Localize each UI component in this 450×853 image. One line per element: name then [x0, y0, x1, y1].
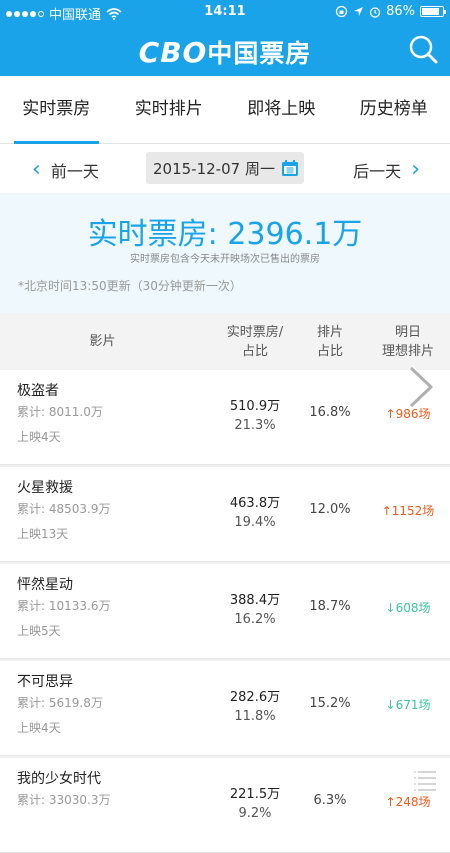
summary-note: 实时票房包含今天未开映场次已售出的票房 [0, 250, 450, 265]
film-title: 极盗者 [17, 380, 59, 400]
header-screening-line2: 占比 [317, 342, 343, 361]
ideal-schedule: ↓671场 [368, 696, 448, 713]
next-day-label: 后一天 [353, 158, 401, 182]
prev-day-label: 前一天 [51, 158, 99, 182]
tab-realtime-schedule[interactable]: 实时排片 [113, 76, 226, 143]
header-box-office: 实时票房/ 占比 [205, 313, 305, 370]
search-icon[interactable] [406, 32, 440, 66]
date-picker[interactable]: 2015-12-07 周一 [146, 152, 304, 184]
box-office-share: 19.4% [205, 515, 305, 530]
prev-day-button[interactable]: ‹ 前一天 [32, 158, 99, 182]
app-logo: CBO中国票房 [0, 34, 450, 70]
cumulative-box-office: 累计: 5619.8万 [17, 694, 103, 711]
tab-coming-soon[interactable]: 即将上映 [225, 76, 338, 143]
screening-share: 6.3% [300, 793, 360, 808]
header-box-office-line2: 占比 [242, 342, 268, 361]
main-tabs: 实时票房 实时排片 即将上映 历史榜单 [0, 76, 450, 144]
cumulative-box-office: 累计: 8011.0万 [17, 403, 103, 420]
table-row[interactable]: 火星救援累计: 48503.9万上映13天 463.8万 19.4%12.0% ↑11… [0, 467, 450, 562]
battery-percent: 86% [386, 4, 415, 19]
header-screening-line1: 排片 [317, 323, 343, 342]
days-released: 上映13天 [17, 525, 68, 542]
header-ideal-schedule: 明日 理想排片 [368, 313, 448, 370]
box-office-share: 11.8% [205, 709, 305, 724]
realtime-box-office: 282.6万 [205, 686, 305, 705]
next-day-button[interactable]: 后一天 › [353, 158, 420, 182]
ideal-schedule: ↑1152场 [368, 502, 448, 519]
status-right: 86% [335, 4, 444, 19]
tab-realtime-box-office[interactable]: 实时票房 [0, 76, 113, 143]
header-ideal-line2: 理想排片 [382, 342, 434, 361]
rotation-lock-icon [335, 5, 348, 18]
date-label: 2015-12-07 周一 [153, 158, 275, 179]
cumulative-box-office: 累计: 10133.6万 [17, 597, 110, 614]
battery-fill [422, 8, 439, 15]
film-list: 极盗者累计: 8011.0万上映4天510.9万21.3%16.8%↑986场火… [0, 370, 450, 853]
calendar-icon [281, 159, 299, 177]
battery-icon [420, 6, 444, 17]
table-row[interactable]: 怦然星动累计: 10133.6万上映5天 388.4万 16.2%18.7% ↓608… [0, 564, 450, 659]
date-bar: ‹ 前一天 2015-12-07 周一 后一天 › [0, 144, 450, 192]
cumulative-box-office: 累计: 48503.9万 [17, 500, 110, 517]
realtime-box-office: 463.8万 [205, 492, 305, 511]
screening-share: 16.8% [300, 405, 360, 420]
logo-cn: 中国票房 [207, 39, 311, 68]
realtime-box-office: 221.5万 [205, 783, 305, 802]
header-film: 影片 [0, 313, 205, 370]
film-title: 怦然星动 [17, 574, 73, 594]
table-row[interactable]: 不可思异累计: 5619.8万上映4天 282.6万 11.8%15.2% ↓671场 [0, 661, 450, 756]
box-office-share: 16.2% [205, 612, 305, 627]
menu-icon[interactable] [412, 764, 442, 796]
total-box-office: 实时票房: 2396.1万 [0, 209, 450, 253]
logo-en: CBO [139, 36, 208, 69]
chevron-right-icon: › [411, 161, 420, 179]
box-office-summary: 实时票房: 2396.1万 实时票房包含今天未开映场次已售出的票房 *北京时间1… [0, 193, 450, 313]
film-title: 我的少女时代 [17, 768, 101, 788]
table-row[interactable]: 我的少女时代累计: 33030.3万221.5万9.2%6.3%↑248场 [0, 758, 450, 853]
realtime-box-office: 388.4万 [205, 589, 305, 608]
alarm-icon [369, 6, 381, 18]
cumulative-box-office: 累计: 33030.3万 [17, 791, 110, 808]
screening-share: 15.2% [300, 696, 360, 711]
tab-history-ranking[interactable]: 历史榜单 [338, 76, 450, 143]
days-released: 上映4天 [17, 719, 61, 736]
update-time: *北京时间13:50更新（30分钟更新一次） [18, 277, 242, 294]
days-released: 上映4天 [17, 428, 61, 445]
chevron-left-icon: ‹ [32, 161, 41, 179]
screening-share: 18.7% [300, 599, 360, 614]
screening-share: 12.0% [300, 502, 360, 517]
table-header: 影片 实时票房/ 占比 排片 占比 明日 理想排片 [0, 313, 450, 370]
realtime-box-office: 510.9万 [205, 395, 305, 414]
film-title: 不可思异 [17, 671, 73, 691]
app-header: CBO中国票房 [0, 24, 450, 76]
chevron-right-icon[interactable] [405, 364, 437, 410]
ideal-schedule: ↓608场 [368, 599, 448, 616]
status-bar: 中国联通 14:11 86% [0, 0, 450, 24]
header-screening-share: 排片 占比 [300, 313, 360, 370]
box-office-share: 9.2% [205, 806, 305, 821]
box-office-share: 21.3% [205, 418, 305, 433]
table-row[interactable]: 极盗者累计: 8011.0万上映4天510.9万21.3%16.8%↑986场 [0, 370, 450, 465]
header-ideal-line1: 明日 [395, 323, 421, 342]
film-title: 火星救援 [17, 477, 73, 497]
header-box-office-line1: 实时票房/ [227, 323, 283, 342]
location-icon [353, 6, 364, 17]
days-released: 上映5天 [17, 622, 61, 639]
